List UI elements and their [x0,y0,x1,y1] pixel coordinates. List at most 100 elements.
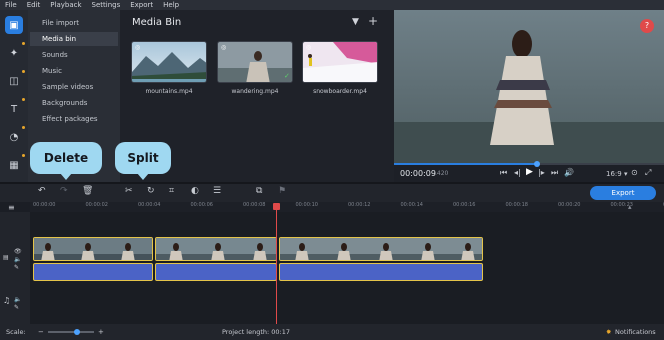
status-bar: Scale: − + Project length: 00:17 ✸ Notif… [0,324,664,340]
split-icon[interactable]: ✂ [125,186,133,196]
ruler-tick-label: 00:00:12 [348,202,371,208]
undo-icon[interactable]: ↶ [38,186,46,196]
export-button[interactable]: Export [590,186,656,200]
clip-1-filmstrip [34,238,152,260]
menu-help[interactable]: Help [158,0,184,10]
scale-slider[interactable] [48,331,94,333]
check-icon: ✓ [284,72,290,80]
color-adjust-icon[interactable]: ◐ [191,186,199,196]
playhead-line[interactable] [276,203,277,324]
thumb-wandering[interactable]: ◎ ✓ [217,41,293,83]
track-volume-icon[interactable]: 🔈 [14,256,21,263]
clip-3-filmstrip [280,238,482,260]
video-clip-1[interactable] [33,237,153,261]
ruler-tick-label: 00:00:08 [243,202,266,208]
crop-icon[interactable]: ⌗ [169,186,174,196]
import-icon[interactable]: ▣ [5,16,23,34]
menu-item-sounds[interactable]: Sounds [30,48,118,62]
lock-icon[interactable]: ✎ [14,264,19,271]
scale-label: Scale: [6,328,26,336]
audio-clip-2[interactable] [155,263,277,281]
split-callout-label: Split [127,151,159,165]
menu-item-music[interactable]: Music [30,64,118,78]
add-icon[interactable]: + [368,14,378,28]
preview-controls: 00:00:09 .420 ⏮ ◂| ▶ |▸ ⏭ 🔊 16:9 ▾ ⊙ ⤢ [394,161,664,182]
marker-icon[interactable]: ⚑ [278,186,286,196]
clip-type-icon: ◎ [221,44,227,51]
seek-handle[interactable] [534,161,541,167]
audio-clip-1[interactable] [33,263,153,281]
filter-icon[interactable]: ▼ [352,17,359,27]
add-track-icon[interactable]: ≡ [8,203,15,212]
audio-clip-3[interactable] [279,263,483,281]
ruler-tick-label: 00:00:00 [33,202,56,208]
aspect-ratio-select[interactable]: 16:9 ▾ [606,170,627,178]
zoom-out-icon[interactable]: − [38,324,44,340]
menu-item-effect-packages[interactable]: Effect packages [30,112,118,126]
step-back-icon[interactable]: ◂| [514,168,521,177]
thumb-label-mountains: mountains.mp4 [145,88,193,95]
help-icon[interactable]: ? [640,19,654,33]
media-bin-title: Media Bin [132,17,182,28]
thumb-snowboarder[interactable]: ◎ [302,41,378,83]
play-icon[interactable]: ▶ [526,167,533,177]
ruler-tick-label: 00:00:16 [453,202,476,208]
menu-item-sample-videos[interactable]: Sample videos [30,80,118,94]
snapshot-icon[interactable]: ⊙ [631,168,638,177]
scale-slider-handle[interactable] [74,329,80,335]
playhead-handle[interactable] [273,203,280,210]
notifications-label[interactable]: Notifications [615,324,656,340]
menu-edit[interactable]: Edit [22,0,46,10]
track-headers: 👁 🔈 ▤ ✎ ♫ 🔈 ✎ [0,212,30,324]
audio-edit-icon[interactable]: ✎ [14,304,19,311]
timeline-ruler[interactable]: 00:00:00 00:00:02 00:00:04 00:00:06 00:00:08… [30,202,664,212]
menu-settings[interactable]: Settings [87,0,126,10]
rotate-icon[interactable]: ↻ [147,186,155,196]
video-clip-2[interactable] [155,237,277,261]
thumb-label-wandering: wandering.mp4 [231,88,279,95]
ruler-tick-label: 00:00:06 [190,202,213,208]
mountains-thumbnail [132,42,206,82]
delete-icon[interactable]: 🗑 [82,186,93,196]
menu-playback[interactable]: Playback [45,0,86,10]
more-tools-icon[interactable]: ▦ [5,154,25,174]
notifications-icon[interactable]: ✸ [606,324,611,340]
snapshot-timeline-icon[interactable]: ⧉ [256,186,262,196]
volume-icon[interactable]: 🔊 [564,168,574,177]
ruler-tick-label: 00:00:10 [295,202,318,208]
video-track-icon: ▤ [3,254,9,261]
transitions-icon[interactable]: ◫ [5,70,25,90]
wandering-thumbnail [218,42,292,82]
titles-icon[interactable]: T [5,98,25,118]
clip-2-filmstrip [156,238,276,260]
delete-callout-label: Delete [43,151,89,165]
video-preview[interactable]: ? [394,10,664,165]
redo-icon[interactable]: ↷ [60,186,68,196]
step-forward-icon[interactable]: |▸ [538,168,545,177]
menu-item-backgrounds[interactable]: Backgrounds [30,96,118,110]
menu-file[interactable]: File [0,0,22,10]
fullscreen-icon[interactable]: ⤢ [645,168,651,178]
collapse-icon[interactable]: ▴ [628,203,632,211]
ruler-tick-label: 00:00:14 [400,202,423,208]
skip-forward-icon[interactable]: ⏭ [551,168,558,178]
video-clip-3[interactable] [279,237,483,261]
menu-item-media-bin[interactable]: Media bin [30,32,118,46]
seek-track[interactable] [394,163,664,165]
delete-callout: Delete [30,142,102,180]
music-track-icon: ♫ [3,296,11,305]
clip-properties-icon[interactable]: ☰ [213,186,221,196]
zoom-in-icon[interactable]: + [98,324,104,340]
project-length: Project length: 00:17 [222,328,291,336]
stickers-icon[interactable]: ◔ [5,126,25,146]
menu-bar: File Edit Playback Settings Export Help [0,0,664,10]
thumb-label-snowboarder: snowboarder.mp4 [313,88,367,95]
thumb-mountains[interactable]: ◎ [131,41,207,83]
visibility-icon[interactable]: 👁 [14,248,22,255]
magic-wand-icon[interactable]: ✦ [5,42,25,62]
audio-volume-icon[interactable]: 🔈 [14,296,21,303]
menu-export[interactable]: Export [125,0,158,10]
skip-back-icon[interactable]: ⏮ [500,168,507,178]
menu-item-file-import[interactable]: File import [30,16,118,30]
clip-type-icon: ◎ [306,44,312,51]
